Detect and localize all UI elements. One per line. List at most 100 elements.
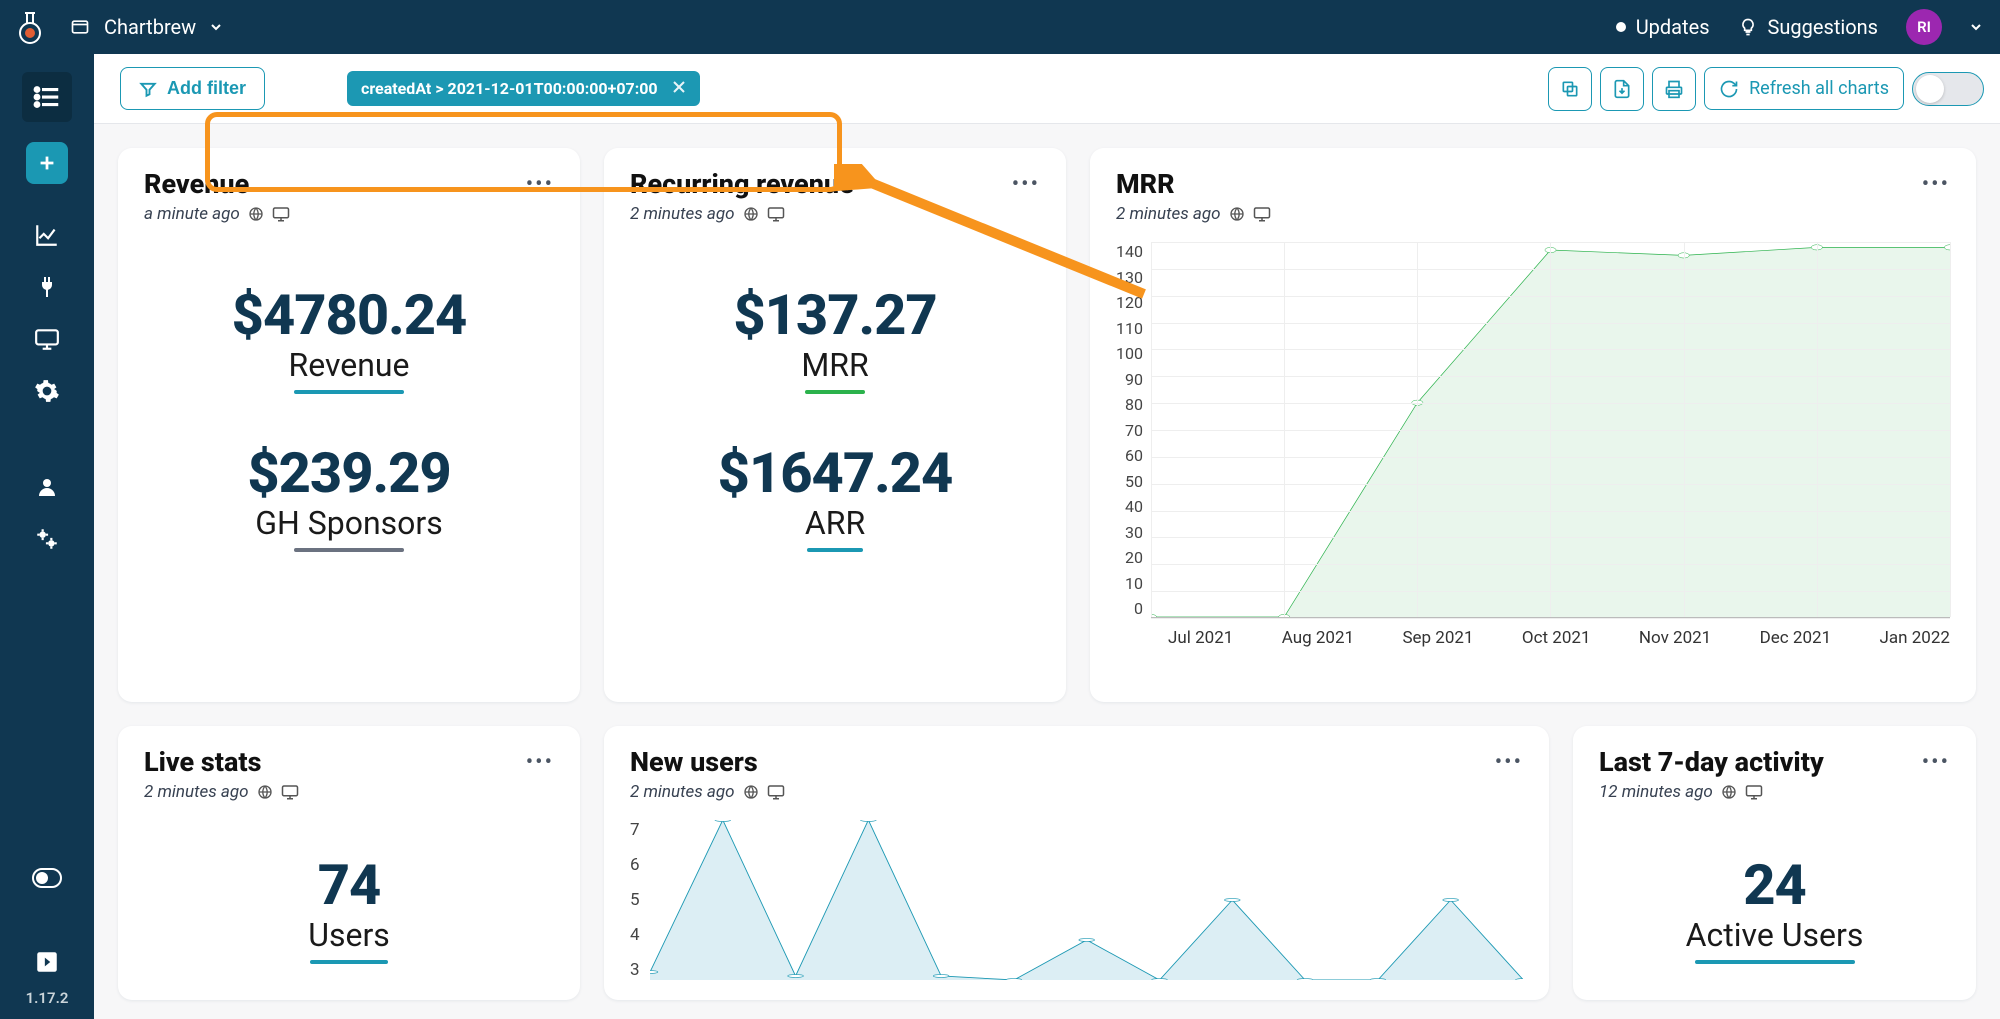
refresh-all-button[interactable]: Refresh all charts bbox=[1704, 67, 1904, 110]
refresh-label: Refresh all charts bbox=[1749, 78, 1889, 99]
user-avatar[interactable]: RI bbox=[1906, 9, 1942, 45]
card-title: Recurring revenue bbox=[630, 168, 854, 200]
sidebar-menu[interactable] bbox=[22, 72, 72, 122]
monitor-icon bbox=[281, 783, 299, 801]
chart-y-axis: 76543 bbox=[630, 820, 650, 980]
card-title: MRR bbox=[1116, 168, 1271, 200]
monitor-icon bbox=[272, 205, 290, 223]
card-live-stats: Live stats 2 minutes ago ••• 74 Users bbox=[118, 726, 580, 1000]
kpi-label: Users bbox=[144, 916, 554, 954]
card-menu[interactable]: ••• bbox=[526, 746, 554, 775]
copy-icon bbox=[1560, 79, 1580, 99]
monitor-icon bbox=[34, 326, 60, 352]
sidebar-settings[interactable] bbox=[22, 366, 72, 416]
monitor-icon bbox=[767, 205, 785, 223]
toolbar-left: Add filter createdAt > 2021-12-01T00:00:… bbox=[110, 67, 700, 110]
kpi-value: 74 bbox=[144, 852, 554, 918]
card-title: Revenue bbox=[144, 168, 290, 200]
plug-icon bbox=[35, 275, 59, 299]
filter-chip[interactable]: createdAt > 2021-12-01T00:00:00+07:00 bbox=[347, 71, 700, 106]
sidebar-display[interactable] bbox=[22, 314, 72, 364]
card-title: Last 7-day activity bbox=[1599, 746, 1824, 778]
card-title: Live stats bbox=[144, 746, 299, 778]
underline bbox=[294, 390, 404, 394]
monitor-icon bbox=[767, 783, 785, 801]
filter-chip-remove[interactable] bbox=[672, 79, 686, 98]
chart-y-axis: 1401301201101009080706050403020100 bbox=[1116, 242, 1151, 618]
dashboard-grid: Revenue a minute ago ••• $4780.24 Revenu… bbox=[94, 124, 2000, 1019]
filter-icon bbox=[139, 80, 157, 98]
copy-button[interactable] bbox=[1548, 67, 1592, 111]
globe-icon bbox=[257, 784, 273, 800]
card-recurring-revenue: Recurring revenue 2 minutes ago ••• $137… bbox=[604, 148, 1066, 702]
row-1: Revenue a minute ago ••• $4780.24 Revenu… bbox=[118, 148, 1976, 702]
card-title: New users bbox=[630, 746, 785, 778]
app-header: Chartbrew Updates Suggestions RI bbox=[0, 0, 2000, 54]
close-icon bbox=[672, 80, 686, 94]
kpi-value: $137.27 bbox=[630, 282, 1040, 348]
user-icon bbox=[35, 475, 59, 499]
updates-link[interactable]: Updates bbox=[1616, 15, 1710, 39]
sidebar-add[interactable] bbox=[26, 142, 68, 184]
kpi-label: GH Sponsors bbox=[144, 504, 554, 542]
header-right: Updates Suggestions RI bbox=[1616, 9, 1982, 45]
workspace-name: Chartbrew bbox=[104, 15, 196, 39]
globe-icon bbox=[1229, 206, 1245, 222]
kpi-label: Revenue bbox=[144, 346, 554, 384]
mrr-chart: 1401301201101009080706050403020100 bbox=[1116, 242, 1950, 618]
globe-icon bbox=[248, 206, 264, 222]
print-button[interactable] bbox=[1652, 67, 1696, 111]
underline bbox=[807, 548, 863, 552]
card-menu[interactable]: ••• bbox=[1922, 168, 1950, 197]
sidebar-collapse[interactable] bbox=[22, 937, 72, 987]
monitor-icon bbox=[1745, 783, 1763, 801]
gear-icon bbox=[34, 378, 60, 404]
kpi-value: $239.29 bbox=[144, 440, 554, 506]
chevron-down-icon bbox=[210, 21, 222, 33]
chart-x-axis: Jul 2021Aug 2021Sep 2021Oct 2021Nov 2021… bbox=[1116, 628, 1950, 648]
refresh-icon bbox=[1719, 79, 1739, 99]
suggestions-label: Suggestions bbox=[1768, 15, 1878, 39]
toggle-icon bbox=[32, 868, 62, 888]
gears-icon bbox=[34, 526, 60, 552]
sidebar-user[interactable] bbox=[22, 462, 72, 512]
updates-label: Updates bbox=[1636, 15, 1710, 39]
filters-toolbar: Add filter createdAt > 2021-12-01T00:00:… bbox=[94, 54, 2000, 124]
chart-plot bbox=[650, 820, 1523, 980]
card-menu[interactable]: ••• bbox=[1495, 746, 1523, 775]
sidebar-charts[interactable] bbox=[22, 210, 72, 260]
toggle-knob bbox=[1916, 75, 1944, 103]
file-export-icon bbox=[1612, 79, 1632, 99]
kpi-value: $1647.24 bbox=[630, 440, 1040, 506]
chevron-down-icon[interactable] bbox=[1970, 21, 1982, 33]
globe-icon bbox=[1721, 784, 1737, 800]
suggestions-link[interactable]: Suggestions bbox=[1738, 15, 1878, 39]
kpi-label: ARR bbox=[630, 504, 1040, 542]
sidebar: 1.17.2 bbox=[0, 54, 94, 1019]
kpi-label: Active Users bbox=[1599, 916, 1950, 954]
underline bbox=[294, 548, 404, 552]
export-button[interactable] bbox=[1600, 67, 1644, 111]
card-subtitle: 2 minutes ago bbox=[1116, 204, 1271, 224]
add-filter-button[interactable]: Add filter bbox=[120, 67, 265, 110]
version-label: 1.17.2 bbox=[26, 989, 69, 1007]
underline bbox=[805, 390, 865, 394]
workspace-selector[interactable]: Chartbrew bbox=[70, 15, 222, 39]
card-menu[interactable]: ••• bbox=[1922, 746, 1950, 775]
sidebar-toggle-theme[interactable] bbox=[22, 853, 72, 903]
auto-refresh-toggle[interactable] bbox=[1912, 72, 1984, 106]
card-menu[interactable]: ••• bbox=[526, 168, 554, 197]
card-revenue: Revenue a minute ago ••• $4780.24 Revenu… bbox=[118, 148, 580, 702]
kpi-value: $4780.24 bbox=[144, 282, 554, 348]
filter-chip-text: createdAt > 2021-12-01T00:00:00+07:00 bbox=[361, 79, 658, 98]
sidebar-connections[interactable] bbox=[22, 262, 72, 312]
caret-right-box-icon bbox=[34, 949, 60, 975]
chart-plot bbox=[1151, 242, 1950, 618]
card-menu[interactable]: ••• bbox=[1012, 168, 1040, 197]
card-last-7-day: Last 7-day activity 12 minutes ago ••• 2… bbox=[1573, 726, 1976, 1000]
app-logo[interactable] bbox=[12, 9, 48, 45]
monitor-icon bbox=[1253, 205, 1271, 223]
newusers-chart: 76543 bbox=[630, 820, 1523, 980]
underline bbox=[1695, 960, 1855, 964]
sidebar-advanced[interactable] bbox=[22, 514, 72, 564]
